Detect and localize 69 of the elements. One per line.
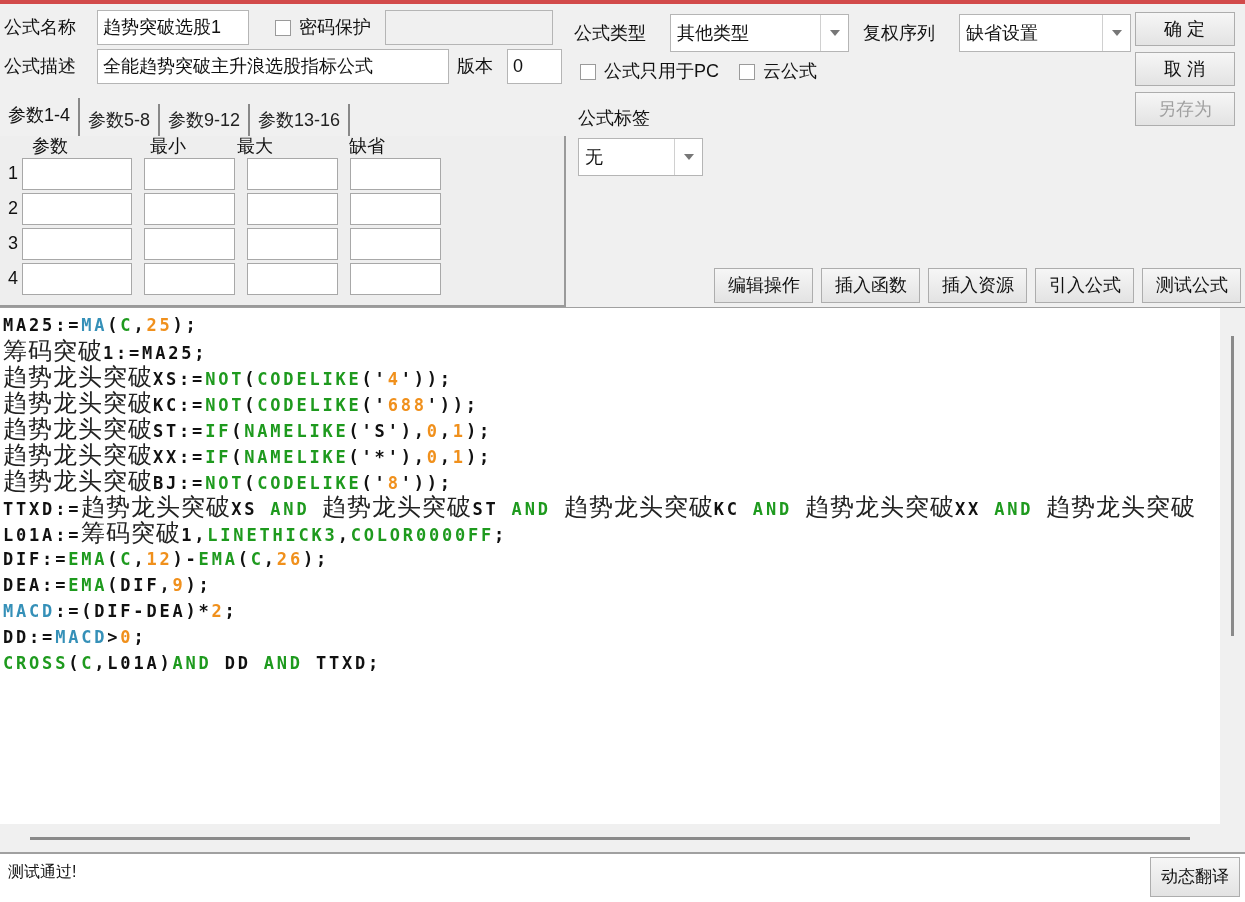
column-header: 最小 [149, 135, 187, 156]
toolbar-button[interactable]: 测试公式 [1142, 268, 1241, 303]
checkbox-label: 密码保护 [299, 16, 371, 40]
input-field[interactable] [247, 262, 338, 295]
code-line: DEA:=EMA(DIF,9); [3, 574, 212, 597]
password-field[interactable] [385, 10, 553, 46]
input-field[interactable] [22, 262, 132, 295]
dropdown[interactable]: 缺省设置 [959, 14, 1131, 52]
input-field[interactable] [247, 192, 338, 225]
translate-button[interactable]: 动态翻译 [1150, 857, 1240, 897]
dropdown-arrow-icon [1111, 30, 1122, 36]
field-label: 复权序列 [863, 21, 936, 45]
status-message: 测试通过! [7, 862, 78, 882]
input-field[interactable] [247, 227, 338, 260]
input-field[interactable]: 0 [507, 49, 562, 85]
input-field[interactable]: 趋势突破选股1 [97, 10, 249, 46]
dropdown-arrow-icon [829, 30, 840, 36]
scrollbar-thumb[interactable] [30, 836, 1190, 840]
toolbar-button[interactable]: 插入函数 [821, 268, 920, 303]
code-line: DD:=MACD>0; [3, 626, 147, 649]
input-field[interactable] [350, 262, 441, 295]
toolbar-button[interactable]: 编辑操作 [714, 268, 813, 303]
input-field[interactable] [350, 192, 441, 225]
checkbox-label: 公式只用于PC [604, 60, 719, 83]
column-header: 最大 [236, 135, 274, 156]
input-field[interactable] [350, 227, 441, 260]
input-field[interactable] [350, 157, 441, 190]
code-line: MACD:=(DIF-DEA)*2; [3, 600, 238, 623]
code-line: MA25:=MA(C,25); [3, 314, 199, 337]
input-field[interactable] [144, 157, 235, 190]
vertical-scrollbar[interactable] [1220, 308, 1245, 852]
code-line: 趋势龙头突破KC:=NOT(CODELIKE('688')); [3, 390, 479, 416]
input-field[interactable] [144, 262, 235, 295]
input-field[interactable] [144, 227, 235, 260]
field-label: 版本 [457, 55, 494, 79]
dialog-button[interactable]: 确 定 [1135, 12, 1235, 46]
code-line: L01A:=筹码突破1,LINETHICK3,COLOR0000FF; [3, 520, 508, 546]
dropdown[interactable]: 无 [578, 138, 703, 176]
scrollbar-thumb[interactable] [1231, 336, 1234, 636]
code-line: CROSS(C,L01A)AND DD AND TTXD; [3, 652, 382, 675]
code-line: DIF:=EMA(C,12)-EMA(C,26); [3, 548, 329, 571]
field-label: 公式描述 [4, 55, 77, 79]
column-header: 参数 [31, 135, 69, 156]
dialog-button[interactable]: 取 消 [1135, 52, 1235, 86]
code-line: 趋势龙头突破ST:=IF(NAMELIKE('S'),0,1); [3, 416, 492, 442]
input-field[interactable] [144, 192, 235, 225]
code-line: 趋势龙头突破XS:=NOT(CODELIKE('4')); [3, 364, 453, 390]
checkbox[interactable] [580, 63, 596, 80]
toolbar-button[interactable]: 插入资源 [928, 268, 1027, 303]
input-field[interactable] [22, 157, 132, 190]
checkbox-label: 云公式 [763, 60, 817, 83]
toolbar-button[interactable]: 引入公式 [1035, 268, 1134, 303]
field-label: 公式名称 [4, 16, 77, 40]
checkbox[interactable] [739, 63, 755, 80]
dropdown[interactable]: 其他类型 [670, 14, 849, 52]
input-field[interactable] [247, 157, 338, 190]
code-line: 趋势龙头突破XX:=IF(NAMELIKE('*'),0,1); [3, 442, 492, 468]
input-field[interactable] [22, 227, 132, 260]
checkbox[interactable] [275, 19, 291, 36]
code-line: TTXD:=趋势龙头突破XS AND 趋势龙头突破ST AND 趋势龙头突破KC AND 趋势龙头突破XX AND 趋势龙头突破 [3, 494, 1197, 520]
horizontal-scrollbar[interactable] [0, 824, 1220, 852]
code-line: 筹码突破1:=MA25; [3, 338, 208, 364]
input-field[interactable]: 全能趋势突破主升浪选股指标公式 [97, 49, 449, 85]
dropdown-arrow-icon [683, 154, 694, 160]
field-label: 公式类型 [574, 21, 647, 45]
column-header: 缺省 [348, 135, 386, 156]
input-field[interactable] [22, 192, 132, 225]
field-label: 公式标签 [578, 107, 650, 130]
code-line: 趋势龙头突破BJ:=NOT(CODELIKE('8')); [3, 468, 453, 494]
